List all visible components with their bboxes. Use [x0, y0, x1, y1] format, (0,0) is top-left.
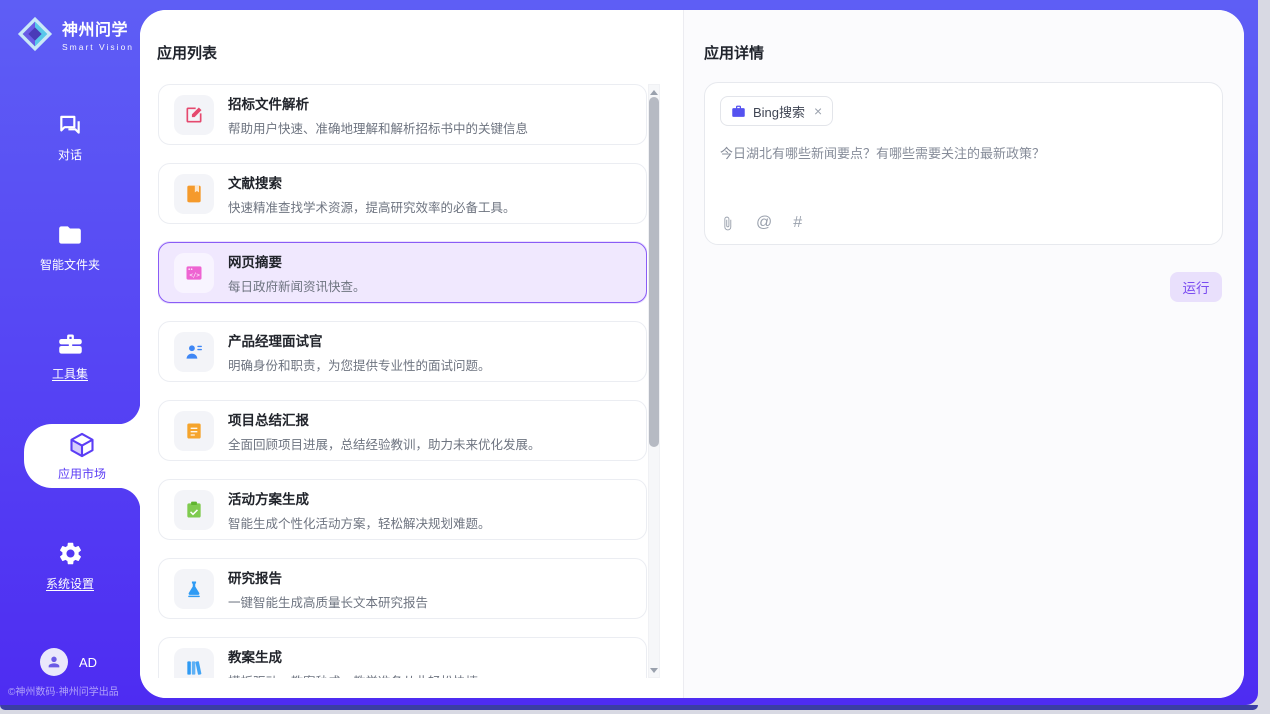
- app-name: 项目总结汇报: [228, 409, 541, 429]
- avatar: [40, 648, 68, 676]
- interviewer-icon: [174, 332, 214, 372]
- sidebar-item-app-market[interactable]: 应用市场: [24, 424, 140, 488]
- brand-name: 神州问学: [62, 16, 134, 40]
- app-list: 招标文件解析 帮助用户快速、准确地理解和解析招标书中的关键信息 文: [158, 84, 647, 678]
- app-card-event-plan[interactable]: 活动方案生成 智能生成个性化活动方案，轻松解决规划难题。: [158, 479, 647, 540]
- gear-icon: [57, 540, 84, 567]
- sidebar-item-label: 应用市场: [58, 465, 106, 482]
- prompt-input[interactable]: 今日湖北有哪些新闻要点？有哪些需要关注的最新政策？: [720, 144, 1207, 164]
- app-description: 智能生成个性化活动方案，轻松解决规划难题。: [228, 513, 491, 532]
- sidebar-item-label: 对话: [58, 146, 82, 163]
- mention-icon[interactable]: @: [756, 214, 772, 232]
- folder-icon: [57, 222, 83, 248]
- app-window: 神州问学 Smart Vision 对话 智能文件夹: [0, 0, 1258, 705]
- book-icon: [174, 174, 214, 214]
- sidebar-item-label: 系统设置: [46, 575, 94, 592]
- app-name: 文献搜索: [228, 172, 516, 192]
- cube-icon: [68, 431, 96, 459]
- tool-tag-bing-search[interactable]: Bing搜索 ×: [720, 96, 833, 126]
- app-name: 教案生成: [228, 646, 478, 666]
- sidebar-item-label: 工具集: [52, 365, 88, 382]
- app-card-pm-interviewer[interactable]: 产品经理面试官 明确身份和职责，为您提供专业性的面试问题。: [158, 321, 647, 382]
- run-button[interactable]: 运行: [1170, 272, 1222, 302]
- app-description: 帮助用户快速、准确地理解和解析招标书中的关键信息: [228, 118, 528, 137]
- prompt-card: Bing搜索 × 今日湖北有哪些新闻要点？有哪些需要关注的最新政策？ @ #: [704, 82, 1223, 245]
- app-detail-panel: 应用详情 Bing搜索 × 今日湖北有哪些新闻要点？有哪些需要关注的最新政策？: [683, 10, 1244, 698]
- svg-text:</>: </>: [189, 273, 200, 279]
- app-description: 每日政府新闻资讯快查。: [228, 276, 366, 295]
- diamond-logo-icon: [16, 15, 54, 53]
- brand-subtitle: Smart Vision: [62, 42, 134, 52]
- sidebar: 神州问学 Smart Vision 对话 智能文件夹: [0, 0, 140, 705]
- app-name: 招标文件解析: [228, 93, 528, 113]
- user-name: AD: [79, 655, 97, 670]
- chat-icon: [57, 112, 83, 138]
- close-icon[interactable]: ×: [814, 104, 822, 118]
- clipboard-check-icon: [174, 490, 214, 530]
- summary-note-icon: [174, 411, 214, 451]
- app-card-lesson-plan[interactable]: 教案生成 模板驱动，教案秒成，教学准备从此轻松快捷: [158, 637, 647, 678]
- toolbox-icon: [57, 330, 84, 357]
- app-card-project-summary[interactable]: 项目总结汇报 全面回顾项目进展，总结经验教训，助力未来优化发展。: [158, 400, 647, 461]
- app-card-literature-search[interactable]: 文献搜索 快速精准查找学术资源，提高研究效率的必备工具。: [158, 163, 647, 224]
- user-account[interactable]: AD: [40, 648, 97, 676]
- webpage-code-icon: </>: [174, 253, 214, 293]
- app-description: 明确身份和职责，为您提供专业性的面试问题。: [228, 355, 491, 374]
- sidebar-item-label: 智能文件夹: [40, 256, 100, 273]
- attachment-icon[interactable]: [720, 215, 735, 232]
- window-bottom-edge: [0, 705, 1258, 710]
- app-card-research-report[interactable]: 研究报告 一键智能生成高质量长文本研究报告: [158, 558, 647, 619]
- sidebar-item-settings[interactable]: 系统设置: [0, 540, 140, 592]
- sidebar-item-toolset[interactable]: 工具集: [0, 330, 140, 382]
- sidebar-item-smart-folder[interactable]: 智能文件夹: [0, 222, 140, 273]
- app-description: 全面回顾项目进展，总结经验教训，助力未来优化发展。: [228, 434, 541, 453]
- tool-tag-label: Bing搜索: [753, 102, 805, 121]
- list-scrollbar[interactable]: [648, 84, 660, 678]
- app-name: 活动方案生成: [228, 488, 491, 508]
- books-icon: [174, 648, 214, 679]
- sidebar-item-chat[interactable]: 对话: [0, 112, 140, 163]
- app-card-bid-document-analysis[interactable]: 招标文件解析 帮助用户快速、准确地理解和解析招标书中的关键信息: [158, 84, 647, 145]
- scroll-down-icon[interactable]: [649, 665, 659, 675]
- app-description: 模板驱动，教案秒成，教学准备从此轻松快捷: [228, 671, 478, 679]
- scroll-up-icon[interactable]: [649, 87, 659, 97]
- app-list-title: 应用列表: [157, 42, 217, 63]
- scrollbar-thumb[interactable]: [649, 97, 659, 447]
- app-detail-title: 应用详情: [704, 42, 764, 63]
- briefcase-icon: [731, 104, 746, 119]
- person-icon: [46, 654, 62, 670]
- app-description: 一键智能生成高质量长文本研究报告: [228, 592, 428, 611]
- app-list-panel: 应用列表 招标文件解析 帮助用户快速、准确地理解和解析招标书中的关键信息: [140, 10, 683, 698]
- app-name: 产品经理面试官: [228, 330, 491, 350]
- hash-icon[interactable]: #: [793, 214, 802, 232]
- brand-logo: 神州问学 Smart Vision: [16, 15, 134, 53]
- input-toolbar: @ #: [720, 214, 802, 232]
- copyright-footer: ©神州数码·神州问学出品: [8, 683, 119, 698]
- app-name: 研究报告: [228, 567, 428, 587]
- app-description: 快速精准查找学术资源，提高研究效率的必备工具。: [228, 197, 516, 216]
- content-area: 应用列表 招标文件解析 帮助用户快速、准确地理解和解析招标书中的关键信息: [140, 10, 1244, 698]
- app-name: 网页摘要: [228, 251, 366, 271]
- app-card-webpage-summary[interactable]: </> 网页摘要 每日政府新闻资讯快查。: [158, 242, 647, 303]
- research-flask-icon: [174, 569, 214, 609]
- document-edit-icon: [174, 95, 214, 135]
